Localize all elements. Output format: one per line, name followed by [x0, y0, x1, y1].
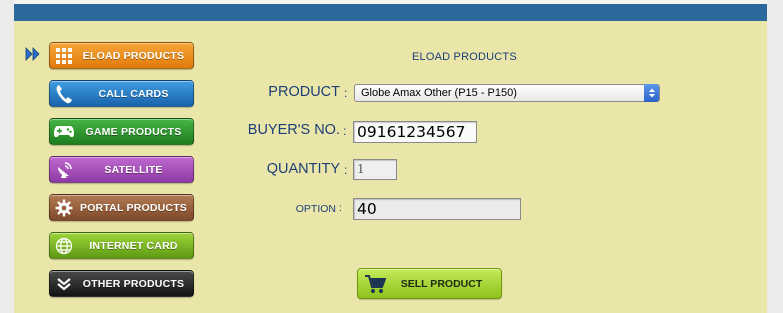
left-margin [0, 0, 14, 313]
menu-game-products[interactable]: GAME PRODUCTS [49, 118, 194, 145]
quantity-colon: : [344, 163, 348, 177]
buyer-colon: : [343, 124, 347, 138]
menu-label: SATELLITE [104, 163, 163, 176]
menu-label: OTHER PRODUCTS [82, 277, 185, 290]
product-select[interactable]: Globe Amax Other (P15 - P150) [354, 84, 660, 102]
product-label: PRODUCT [268, 84, 340, 100]
shopping-cart-icon [358, 274, 392, 294]
globe-icon [50, 232, 78, 259]
grid-icon [50, 42, 78, 69]
option-label: OPTION [295, 203, 336, 215]
menu-other-products[interactable]: OTHER PRODUCTS [49, 270, 194, 297]
menu-internet-card[interactable]: INTERNET CARD [49, 232, 194, 259]
gamepad-icon [50, 118, 78, 145]
option-colon: : [339, 202, 342, 214]
menu-satellite[interactable]: SATELLITE [49, 156, 194, 183]
menu-label: PORTAL PRODUCTS [79, 201, 188, 214]
right-margin [767, 0, 783, 313]
menu-portal-products[interactable]: PORTAL PRODUCTS [49, 194, 194, 221]
quantity-label: QUANTITY [266, 161, 340, 177]
satellite-dish-icon [50, 156, 78, 183]
menu-label: INTERNET CARD [89, 239, 178, 252]
menu-label: CALL CARDS [98, 87, 169, 100]
sell-product-button[interactable]: SELL PRODUCT [357, 268, 502, 299]
sell-product-label: SELL PRODUCT [400, 277, 483, 290]
select-arrows-icon [644, 84, 659, 102]
product-colon: : [344, 86, 348, 100]
option-input[interactable]: 40 [353, 198, 521, 220]
double-chevron-down-icon [50, 270, 78, 297]
menu-label: ELOAD PRODUCTS [82, 49, 185, 62]
buyer-number-input[interactable]: 09161234567 [353, 121, 477, 143]
header-bar [14, 4, 767, 21]
menu-label: GAME PRODUCTS [85, 125, 182, 138]
form-title: ELOAD PRODUCTS [412, 51, 517, 63]
gear-icon [50, 194, 78, 221]
menu-call-cards[interactable]: CALL CARDS [49, 80, 194, 107]
buyer-label: BUYER'S NO. [247, 122, 340, 138]
product-select-value: Globe Amax Other (P15 - P150) [361, 87, 517, 99]
menu-eload-products[interactable]: ELOAD PRODUCTS [49, 42, 194, 69]
quantity-input[interactable]: 1 [353, 159, 397, 180]
phone-icon [50, 80, 78, 107]
double-arrow-right-icon [25, 46, 41, 62]
